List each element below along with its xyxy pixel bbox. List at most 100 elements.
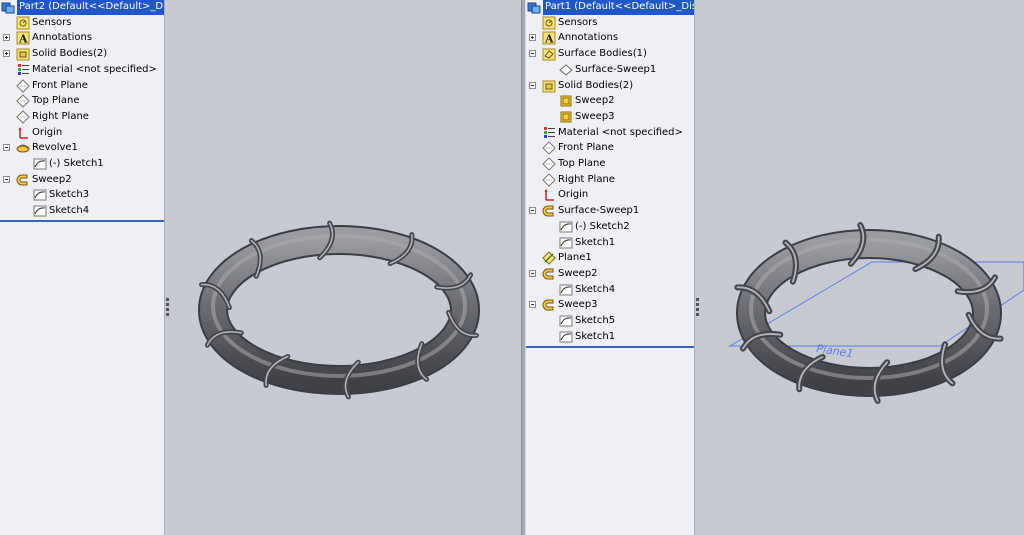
plane-icon	[16, 110, 30, 124]
tree-item-surface-sweep1[interactable]: Surface-Sweep1	[526, 203, 694, 219]
plane-icon	[542, 157, 556, 171]
expand-icon[interactable]	[3, 50, 10, 58]
panel-resize-handle[interactable]	[165, 296, 171, 320]
tree-item-sweep2[interactable]: Sweep2	[0, 172, 164, 188]
tree-item-label: Origin	[558, 189, 589, 201]
tree-item-label: Sketch4	[49, 205, 90, 217]
part-icon	[527, 0, 541, 14]
collapse-icon[interactable]	[529, 269, 536, 277]
graphics-area-right[interactable]: Plane1	[695, 0, 1024, 535]
expand-icon[interactable]	[529, 34, 536, 42]
tree-item-label: Sweep2	[558, 267, 598, 279]
sketch-icon	[33, 188, 47, 202]
tree-item-annotations[interactable]: A Annotations	[526, 30, 694, 46]
feature-tree-left[interactable]: Part2 (Default<<Default>_DisplaySensors A…	[0, 0, 165, 535]
tree-item-revolve1[interactable]: Revolve1	[0, 140, 164, 156]
tree-item-label: Plane1	[558, 252, 592, 264]
solid-bodies-icon	[542, 79, 556, 93]
tree-separator	[526, 346, 694, 348]
tree-item-label: Surface Bodies(1)	[558, 48, 647, 60]
collapse-icon[interactable]	[3, 175, 10, 183]
tree-item-right-plane[interactable]: Right Plane	[526, 172, 694, 188]
panel-resize-handle[interactable]	[695, 296, 701, 320]
ring-model-left[interactable]	[165, 0, 521, 535]
tree-item-sweep2[interactable]: Sweep2	[526, 93, 694, 109]
sensors-icon	[542, 16, 556, 30]
tree-item-label: Sketch4	[575, 283, 616, 295]
tree-item-top-plane[interactable]: Top Plane	[526, 156, 694, 172]
tree-item-front-plane[interactable]: Front Plane	[526, 140, 694, 156]
sweep-icon	[542, 204, 556, 218]
tree-item-sketch3[interactable]: Sketch3	[0, 187, 164, 203]
tree-item-surface-bodies-1[interactable]: Surface Bodies(1)	[526, 46, 694, 62]
plane-icon	[542, 141, 556, 156]
tree-item-sensors[interactable]: Sensors	[526, 15, 694, 31]
tree-item-label: Sketch5	[575, 315, 616, 326]
tree-item-sketch1[interactable]: Sketch1	[526, 329, 694, 345]
tree-item-label: Sweep3	[575, 110, 615, 122]
plane-icon	[16, 78, 30, 93]
tree-item-label: Origin	[32, 126, 63, 138]
right-window: Part1 (Default<<Default>_DisplaySensors A…	[526, 0, 1024, 535]
sketch-icon	[33, 157, 47, 171]
feature-tree-right[interactable]: Part1 (Default<<Default>_DisplaySensors A…	[526, 0, 695, 535]
sketch-icon	[559, 236, 573, 250]
sweep-icon	[542, 267, 556, 281]
part-title[interactable]: Part1 (Default<<Default>_Display	[526, 0, 694, 15]
tree-item-plane1[interactable]: Plane1	[526, 250, 694, 266]
tree-item-label: Top Plane	[32, 95, 80, 107]
collapse-icon[interactable]	[529, 301, 536, 309]
tree-item-top-plane[interactable]: Top Plane	[0, 93, 164, 109]
tree-item-label: Annotations	[32, 32, 93, 44]
tree-item-label: Surface-Sweep1	[575, 63, 657, 75]
tree-item-material-not-specified[interactable]: Material <not specified>	[526, 125, 694, 141]
tree-item-right-plane[interactable]: Right Plane	[0, 109, 164, 125]
collapse-icon[interactable]	[529, 207, 536, 215]
tree-item-sensors[interactable]: Sensors	[0, 15, 164, 31]
tree-item-sketch1[interactable]: (-) Sketch1	[0, 156, 164, 172]
tree-item-sweep2[interactable]: Sweep2	[526, 266, 694, 282]
plane-icon	[16, 94, 30, 108]
tree-item-sketch2[interactable]: (-) Sketch2	[526, 219, 694, 235]
plane1-icon	[542, 251, 556, 265]
tree-item-surface-sweep1[interactable]: Surface-Sweep1	[526, 62, 694, 78]
tree-item-solid-bodies-2[interactable]: Solid Bodies(2)	[526, 78, 694, 94]
tree-item-sweep3[interactable]: Sweep3	[526, 109, 694, 125]
collapse-icon[interactable]	[529, 50, 536, 58]
tree-item-label: Surface-Sweep1	[558, 205, 640, 217]
tree-item-sketch5[interactable]: Sketch5	[526, 313, 694, 329]
part-icon	[1, 0, 15, 14]
tree-item-origin[interactable]: Origin	[0, 125, 164, 141]
tree-item-label: Sketch1	[575, 236, 616, 248]
tree-item-label: Sensors	[32, 16, 72, 28]
tree-item-annotations[interactable]: A Annotations	[0, 30, 164, 46]
part-title[interactable]: Part2 (Default<<Default>_Display	[0, 0, 164, 15]
tree-item-sweep3[interactable]: Sweep3	[526, 297, 694, 313]
tree-item-sketch4[interactable]: Sketch4	[0, 203, 164, 219]
sensors-icon	[16, 16, 30, 30]
expand-icon[interactable]	[3, 34, 10, 42]
tree-item-label: Sensors	[558, 16, 598, 28]
tree-item-sketch1[interactable]: Sketch1	[526, 235, 694, 251]
sweep-icon	[16, 173, 30, 187]
annotations-icon: A	[16, 31, 30, 45]
tree-item-front-plane[interactable]: Front Plane	[0, 78, 164, 94]
tree-item-sketch4[interactable]: Sketch4	[526, 282, 694, 298]
annotations-icon: A	[542, 31, 556, 45]
tree-item-material-not-specified[interactable]: Material <not specified>	[0, 62, 164, 78]
tree-item-label: Front Plane	[32, 79, 88, 91]
collapse-icon[interactable]	[529, 81, 536, 89]
solid-bodies-icon	[16, 47, 30, 61]
graphics-area-left[interactable]	[165, 0, 521, 535]
tree-item-origin[interactable]: Origin	[526, 187, 694, 203]
svg-text:A: A	[544, 33, 554, 46]
sketch-icon	[559, 330, 573, 344]
solid-body-icon	[559, 94, 573, 108]
sweep-icon	[542, 298, 556, 312]
tree-item-solid-bodies-2[interactable]: Solid Bodies(2)	[0, 46, 164, 62]
ring-model-right[interactable]: Plane1	[695, 0, 1024, 535]
collapse-icon[interactable]	[3, 144, 10, 152]
sketch-icon	[559, 283, 573, 297]
tree-item-label: Sketch1	[575, 330, 616, 342]
feature-tree-list: Part1 (Default<<Default>_DisplaySensors A…	[526, 0, 694, 346]
